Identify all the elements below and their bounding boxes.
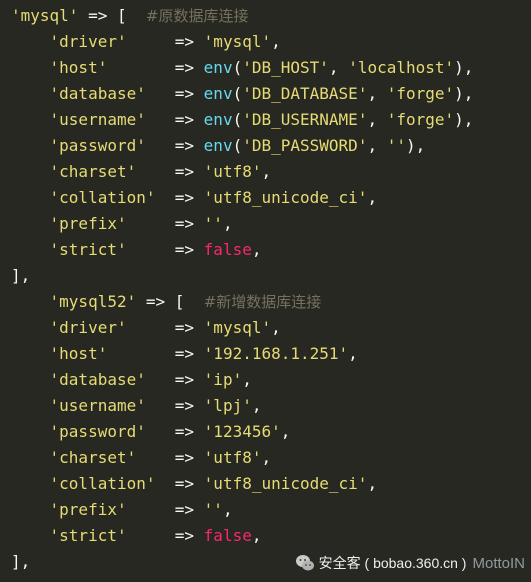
- config-value: '123456': [203, 422, 281, 441]
- env-arg-default: 'forge': [386, 84, 455, 103]
- config-key: 'driver': [49, 318, 127, 337]
- arrow-operator: =>: [174, 240, 195, 259]
- config-value: 'lpj': [203, 396, 252, 415]
- bracket-close: ],: [11, 266, 31, 285]
- code-line: 'database' => 'ip',: [49, 370, 252, 389]
- arrow-operator: =>: [174, 396, 195, 415]
- code-line: 'charset' => 'utf8',: [49, 162, 272, 181]
- env-arg-default: 'forge': [386, 110, 455, 129]
- config-value: false: [203, 240, 252, 259]
- env-arg-name: 'DB_HOST': [242, 58, 329, 77]
- env-function: env: [203, 58, 233, 77]
- arrow-operator: =>: [174, 448, 195, 467]
- config-value: 'ip': [203, 370, 243, 389]
- config-key: 'username': [49, 110, 146, 129]
- arrow-operator: =>: [174, 344, 195, 363]
- code-comment: #新增数据库连接: [203, 293, 322, 311]
- config-value: 'utf8_unicode_ci': [203, 188, 368, 207]
- config-value: '192.168.1.251': [203, 344, 349, 363]
- arrow-operator: =>: [174, 500, 195, 519]
- config-key: 'charset': [49, 448, 137, 467]
- env-function: env: [203, 136, 233, 155]
- config-key: 'charset': [49, 162, 137, 181]
- arrow-operator: =>: [174, 370, 195, 389]
- config-key: 'password': [49, 422, 146, 441]
- config-value: false: [203, 526, 252, 545]
- watermark: 安全客 ( bobao.360.cn ) MottoIN: [295, 552, 525, 574]
- arrow-operator: =>: [174, 110, 195, 129]
- arrow-operator: =>: [145, 292, 166, 311]
- code-line: 'host' => '192.168.1.251',: [49, 344, 358, 363]
- env-function: env: [203, 110, 233, 129]
- code-line: 'database' => env('DB_DATABASE', 'forge'…: [49, 84, 474, 103]
- arrow-operator: =>: [174, 474, 195, 493]
- code-line: 'password' => '123456',: [49, 422, 291, 441]
- code-comment: #原数据库连接: [145, 7, 249, 25]
- arrow-operator: =>: [174, 422, 195, 441]
- arrow-operator: =>: [174, 526, 195, 545]
- arrow-operator: =>: [174, 84, 195, 103]
- config-key: 'collation': [49, 188, 156, 207]
- bracket-close: ],: [11, 552, 31, 571]
- arrow-operator: =>: [174, 318, 195, 337]
- config-key: 'prefix': [49, 500, 127, 519]
- code-line: 'host' => env('DB_HOST', 'localhost'),: [49, 58, 474, 77]
- arrow-operator: =>: [174, 214, 195, 233]
- config-key: 'collation': [49, 474, 156, 493]
- arrow-operator: =>: [88, 6, 108, 25]
- arrow-operator: =>: [174, 188, 195, 207]
- code-line-open: 'mysql' => [ #原数据库连接: [11, 3, 248, 29]
- code-line-close: ],: [11, 263, 30, 289]
- env-arg-default: 'localhost': [348, 58, 455, 77]
- config-key: 'database': [49, 370, 146, 389]
- watermark-text: 安全客 ( bobao.360.cn ): [318, 555, 467, 571]
- config-key: 'username': [49, 396, 146, 415]
- config-key: 'prefix': [49, 214, 127, 233]
- config-key: 'password': [49, 136, 146, 155]
- bracket-open: [: [116, 6, 127, 25]
- code-editor: 'mysql' => [ #原数据库连接 'driver' => 'mysql'…: [0, 0, 531, 582]
- config-value: 'mysql': [203, 32, 272, 51]
- code-line: 'collation' => 'utf8_unicode_ci',: [49, 474, 378, 493]
- arrow-operator: =>: [174, 32, 195, 51]
- code-line: 'prefix' => '',: [49, 500, 233, 519]
- code-line-close: ],: [11, 549, 30, 575]
- config-key: 'host': [49, 344, 108, 363]
- code-line-open: 'mysql52' => [ #新增数据库连接: [11, 289, 322, 315]
- code-line: 'driver' => 'mysql',: [49, 318, 281, 337]
- bracket-open: [: [174, 292, 185, 311]
- config-key: 'strict': [49, 240, 127, 259]
- env-function: env: [203, 84, 233, 103]
- code-line: 'password' => env('DB_PASSWORD', ''),: [49, 136, 426, 155]
- config-value: 'mysql': [203, 318, 272, 337]
- config-key: 'driver': [49, 32, 127, 51]
- config-key: 'database': [49, 84, 146, 103]
- config-value: '': [203, 214, 223, 233]
- config-value: 'utf8': [203, 448, 262, 467]
- array-key: 'mysql52': [49, 292, 137, 311]
- array-key: 'mysql': [11, 6, 79, 25]
- arrow-operator: =>: [174, 58, 195, 77]
- config-value: '': [203, 500, 223, 519]
- watermark-brand: MottoIN: [472, 554, 525, 572]
- code-line: 'strict' => false,: [49, 526, 262, 545]
- env-arg-name: 'DB_DATABASE': [242, 84, 368, 103]
- code-line: 'prefix' => '',: [49, 214, 233, 233]
- code-line: 'charset' => 'utf8',: [49, 448, 272, 467]
- arrow-operator: =>: [174, 162, 195, 181]
- code-line: 'username' => env('DB_USERNAME', 'forge'…: [49, 110, 474, 129]
- env-arg-name: 'DB_USERNAME': [242, 110, 368, 129]
- code-line: 'strict' => false,: [49, 240, 262, 259]
- code-line: 'username' => 'lpj',: [49, 396, 262, 415]
- env-arg-default: '': [386, 136, 406, 155]
- config-value: 'utf8_unicode_ci': [203, 474, 368, 493]
- code-line: 'driver' => 'mysql',: [49, 32, 281, 51]
- arrow-operator: =>: [174, 136, 195, 155]
- config-value: 'utf8': [203, 162, 262, 181]
- env-arg-name: 'DB_PASSWORD': [242, 136, 368, 155]
- wechat-icon: [295, 555, 314, 571]
- config-key: 'host': [49, 58, 108, 77]
- config-key: 'strict': [49, 526, 127, 545]
- code-line: 'collation' => 'utf8_unicode_ci',: [49, 188, 378, 207]
